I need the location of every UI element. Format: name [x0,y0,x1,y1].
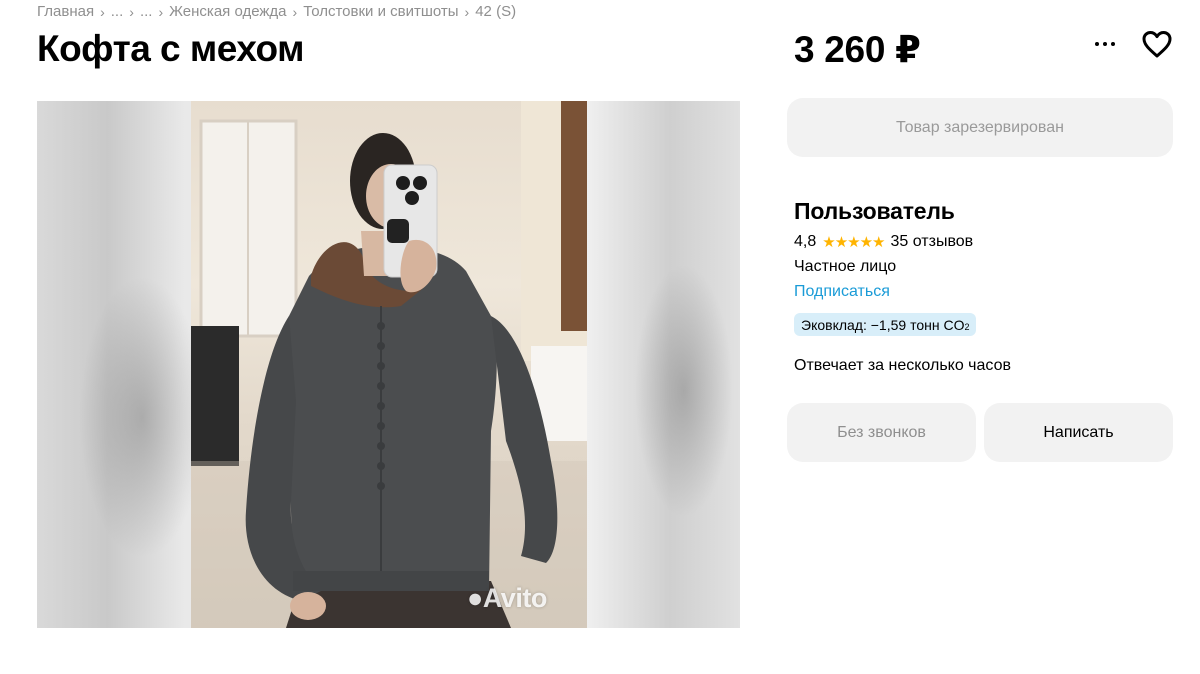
breadcrumb-item-home[interactable]: Главная [37,3,94,20]
more-dots-icon[interactable] [1088,30,1122,58]
listing-price: 3 260 ₽ [794,29,921,70]
product-gallery[interactable]: ●Avito [37,101,740,628]
star-rating-icon: ★★★★★ [822,234,885,251]
breadcrumb-separator: › [158,3,164,20]
breadcrumb-item-hoodies[interactable]: Толстовки и свитшоты [303,3,458,20]
breadcrumb-item-collapsed-1[interactable]: ... [111,3,124,20]
avito-logo-icon: ● [467,583,483,613]
product-photo[interactable] [191,101,587,628]
write-message-button[interactable]: Написать [984,403,1173,462]
breadcrumb-separator: › [100,3,105,20]
seller-rating-row: 4,8 ★★★★★ 35 отзывов [794,233,973,251]
seller-rating-value: 4,8 [794,233,817,250]
eco-badge-subscript: 2 [964,321,970,332]
breadcrumb-item-womens-clothing[interactable]: Женская одежда [169,3,286,20]
seller-response-time: Отвечает за несколько часов [794,357,1011,374]
breadcrumb-separator: › [292,3,298,20]
eco-badge-text: Эковклад: −1,59 тонн CO [801,316,965,333]
eco-contribution-badge[interactable]: Эковклад: −1,59 тонн CO 2 [794,313,977,336]
seller-type: Частное лицо [794,258,897,275]
seller-name[interactable]: Пользователь [794,198,973,225]
breadcrumb-item-size[interactable]: 42 (S) [475,3,516,20]
avito-watermark: ●Avito [467,583,547,613]
seller-card: Пользователь 4,8 ★★★★★ 35 отзывов Частно… [794,198,973,301]
breadcrumb-item-collapsed-2[interactable]: ... [140,3,153,20]
breadcrumb-separator: › [129,3,134,20]
breadcrumb-separator: › [464,3,470,20]
reserved-status-button: Товар зарезервирован [787,98,1173,157]
heart-icon[interactable] [1140,28,1174,60]
breadcrumb: Главная › ... › ... › Женская одежда › Т… [37,3,516,20]
seller-reviews-link[interactable]: 35 отзывов [891,233,974,251]
no-calls-button: Без звонков [787,403,976,462]
listing-title: Кофта с мехом [37,28,305,69]
subscribe-link[interactable]: Подписаться [794,283,890,301]
